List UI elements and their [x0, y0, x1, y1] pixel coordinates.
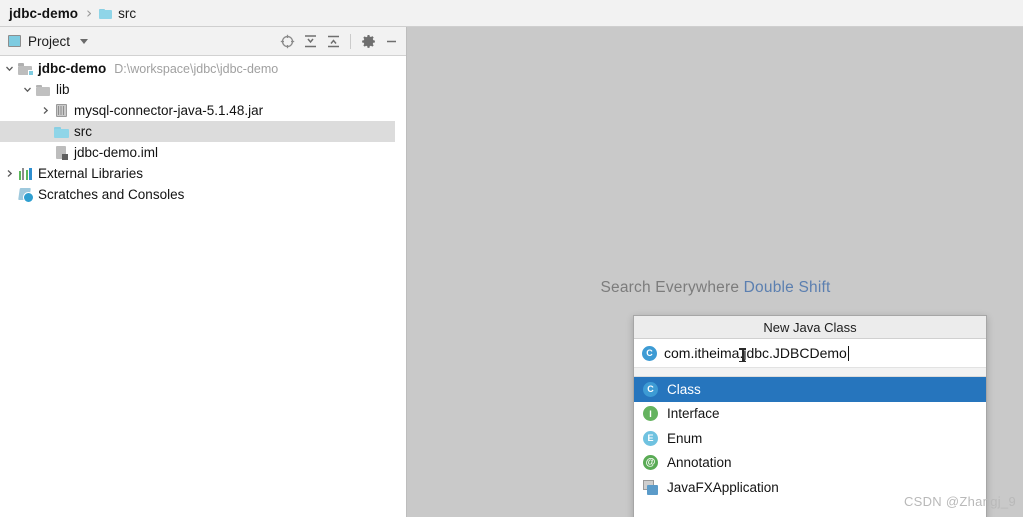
javafx-application-icon — [643, 480, 658, 495]
list-item-label: Annotation — [667, 455, 732, 470]
chevron-right-icon[interactable] — [38, 106, 53, 115]
tree-label: mysql-connector-java-5.1.48.jar — [74, 103, 263, 118]
folder-icon — [99, 8, 112, 19]
tree-row-jdbc-demo[interactable]: jdbc-demo D:\workspace\jdbc\jdbc-demo — [0, 58, 406, 79]
ide-window: jdbc-demo › src Project — [0, 0, 1023, 517]
project-icon — [8, 35, 21, 47]
class-kind-list: C Class I Interface E Enum @ Annotation … — [634, 377, 986, 500]
search-everywhere-hint-label: Search Everywhere — [600, 279, 739, 296]
list-item-interface[interactable]: I Interface — [634, 402, 986, 427]
jar-icon — [53, 104, 70, 117]
tree-row-lib[interactable]: lib — [0, 79, 406, 100]
tree-label: jdbc-demo.iml — [74, 145, 158, 160]
new-java-class-popup: New Java Class C com.itheima.jdbc.JDBCDe… — [633, 315, 987, 517]
tree-label: External Libraries — [38, 166, 143, 181]
module-icon — [17, 62, 34, 75]
iml-file-icon — [53, 146, 70, 160]
hide-icon[interactable] — [380, 30, 402, 52]
gear-icon[interactable] — [357, 30, 379, 52]
chevron-down-icon[interactable] — [20, 85, 35, 94]
project-tool-window-label: Project — [28, 34, 70, 49]
project-tree: jdbc-demo D:\workspace\jdbc\jdbc-demo li… — [0, 56, 406, 205]
class-name-input-value: com.itheima.jdbc.JDBCDemo — [664, 345, 847, 361]
list-item-label: Class — [667, 382, 701, 397]
annotation-icon: @ — [643, 455, 658, 470]
tree-label: src — [74, 124, 92, 139]
locate-icon[interactable] — [276, 30, 298, 52]
search-everywhere-hint-shortcut: Double Shift — [744, 279, 831, 296]
tree-label: jdbc-demo — [38, 61, 106, 76]
class-icon: C — [643, 382, 658, 397]
breadcrumb: jdbc-demo › src — [0, 0, 1023, 27]
breadcrumb-separator-icon: › — [86, 6, 92, 21]
list-item-label: Interface — [667, 406, 720, 421]
search-everywhere-hint: Search Everywhere Double Shift — [408, 279, 1023, 297]
toolbar-divider — [350, 34, 351, 49]
project-tool-window-title[interactable]: Project — [8, 34, 88, 49]
list-item-label: JavaFXApplication — [667, 480, 779, 495]
list-item-label: Enum — [667, 431, 702, 446]
text-caret — [848, 346, 849, 361]
tree-label: Scratches and Consoles — [38, 187, 184, 202]
project-tool-window-header: Project — [0, 27, 406, 56]
tree-label: lib — [56, 82, 70, 97]
folder-gray-icon — [35, 84, 52, 96]
tree-row-mysql-connector-jar[interactable]: mysql-connector-java-5.1.48.jar — [0, 100, 406, 121]
external-libraries-icon — [17, 168, 34, 180]
watermark: CSDN @Zhangj_9 — [904, 494, 1016, 509]
class-icon: C — [642, 346, 657, 361]
scratches-icon — [17, 188, 34, 202]
new-java-class-popup-title: New Java Class — [634, 316, 986, 339]
tree-row-jdbc-demo-iml[interactable]: jdbc-demo.iml — [0, 142, 406, 163]
list-item-class[interactable]: C Class — [634, 377, 986, 402]
project-tool-window: Project — [0, 27, 407, 517]
folder-source-icon — [53, 126, 70, 138]
chevron-down-icon[interactable] — [2, 64, 17, 73]
expand-all-icon[interactable] — [322, 30, 344, 52]
tree-row-external-libraries[interactable]: External Libraries — [0, 163, 406, 184]
tree-row-scratches-and-consoles[interactable]: Scratches and Consoles — [0, 184, 406, 205]
project-tool-window-actions — [276, 30, 402, 52]
list-item-enum[interactable]: E Enum — [634, 426, 986, 451]
breadcrumb-item-label: src — [118, 6, 136, 21]
breadcrumb-root[interactable]: jdbc-demo — [9, 6, 78, 21]
tree-row-src[interactable]: src — [0, 121, 406, 142]
tree-module-path: D:\workspace\jdbc\jdbc-demo — [114, 62, 278, 76]
interface-icon: I — [643, 406, 658, 421]
list-item-annotation[interactable]: @ Annotation — [634, 451, 986, 476]
chevron-down-icon[interactable] — [80, 39, 88, 44]
project-tree-scrollbar[interactable] — [395, 56, 406, 517]
breadcrumb-item-src[interactable]: src — [99, 6, 136, 21]
collapse-all-icon[interactable] — [299, 30, 321, 52]
chevron-right-icon[interactable] — [2, 169, 17, 178]
class-name-input-row[interactable]: C com.itheima.jdbc.JDBCDemo — [634, 339, 986, 368]
enum-icon: E — [643, 431, 658, 446]
popup-separator — [634, 368, 986, 377]
class-name-input[interactable]: com.itheima.jdbc.JDBCDemo — [664, 345, 849, 361]
